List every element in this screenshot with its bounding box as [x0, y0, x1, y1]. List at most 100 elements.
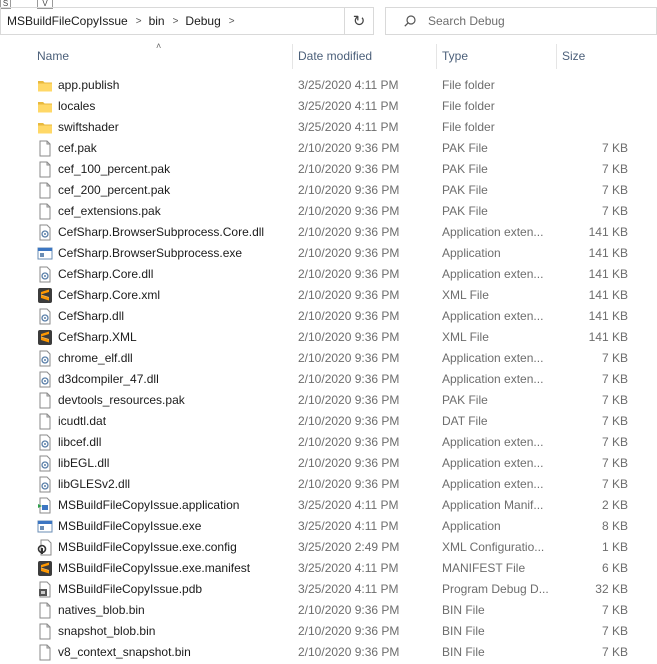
file-size: 7 KB — [601, 204, 628, 218]
file-row[interactable]: MSBuildFileCopyIssue.exe 3/25/2020 4:11 P… — [0, 516, 657, 537]
file-date-modified: 3/25/2020 4:11 PM — [298, 561, 399, 575]
file-row[interactable]: snapshot_blob.bin 2/10/2020 9:36 PM BIN Fi… — [0, 621, 657, 642]
file-row[interactable]: CefSharp.XML 2/10/2020 9:36 PM XML File 141… — [0, 327, 657, 348]
breadcrumb-debug[interactable]: Debug — [185, 8, 220, 34]
file-name[interactable]: libGLESv2.dll — [58, 474, 130, 495]
file-type: XML File — [442, 288, 489, 302]
column-divider[interactable] — [556, 44, 557, 69]
file-name[interactable]: cef_200_percent.pak — [58, 180, 170, 201]
file-date-modified: 2/10/2020 9:36 PM — [298, 225, 400, 239]
file-row[interactable]: locales 3/25/2020 4:11 PM File folder — [0, 96, 657, 117]
column-header-type[interactable]: Type — [442, 44, 468, 69]
file-date-modified: 2/10/2020 9:36 PM — [298, 204, 400, 218]
file-name[interactable]: locales — [58, 96, 95, 117]
file-row[interactable]: v8_context_snapshot.bin 2/10/2020 9:36 PM… — [0, 642, 657, 663]
file-icon — [37, 203, 53, 220]
file-row[interactable]: CefSharp.Core.dll 2/10/2020 9:36 PM Applic… — [0, 264, 657, 285]
file-type: PAK File — [442, 183, 488, 197]
file-size: 141 KB — [588, 309, 628, 323]
file-name[interactable]: cef_100_percent.pak — [58, 159, 170, 180]
file-type: File folder — [442, 120, 495, 134]
file-size: 7 KB — [601, 414, 628, 428]
file-row[interactable]: CefSharp.BrowserSubprocess.Core.dll 2/10/… — [0, 222, 657, 243]
file-name[interactable]: natives_blob.bin — [58, 600, 145, 621]
file-row[interactable]: cef_100_percent.pak 2/10/2020 9:36 PM PAK … — [0, 159, 657, 180]
file-row[interactable]: natives_blob.bin 2/10/2020 9:36 PM BIN Fil… — [0, 600, 657, 621]
file-type: Application exten... — [442, 351, 544, 365]
file-row[interactable]: devtools_resources.pak 2/10/2020 9:36 PM P… — [0, 390, 657, 411]
breadcrumb-separator-icon[interactable]: > — [136, 16, 142, 27]
file-name[interactable]: v8_context_snapshot.bin — [58, 642, 191, 663]
file-type: File folder — [442, 78, 495, 92]
file-row[interactable]: swiftshader 3/25/2020 4:11 PM File folder — [0, 117, 657, 138]
file-type: BIN File — [442, 603, 485, 617]
file-name[interactable]: CefSharp.BrowserSubprocess.Core.dll — [58, 222, 264, 243]
file-name[interactable]: CefSharp.dll — [58, 306, 124, 327]
file-row[interactable]: CefSharp.Core.xml 2/10/2020 9:36 PM XML Fi… — [0, 285, 657, 306]
file-type: XML File — [442, 330, 489, 344]
column-header-date[interactable]: Date modified — [298, 44, 372, 69]
dll-icon — [37, 455, 53, 472]
file-row[interactable]: MSBuildFileCopyIssue.exe.config 3/25/2020… — [0, 537, 657, 558]
file-name[interactable]: chrome_elf.dll — [58, 348, 133, 369]
file-size: 1 KB — [601, 540, 628, 554]
folder-icon — [37, 119, 53, 136]
file-row[interactable]: MSBuildFileCopyIssue.pdb 3/25/2020 4:11 P… — [0, 579, 657, 600]
file-name[interactable]: libEGL.dll — [58, 453, 109, 474]
file-type: PAK File — [442, 204, 488, 218]
file-row[interactable]: app.publish 3/25/2020 4:11 PM File folder — [0, 75, 657, 96]
file-row[interactable]: cef.pak 2/10/2020 9:36 PM PAK File 7 KB — [0, 138, 657, 159]
file-size: 8 KB — [601, 519, 628, 533]
file-size: 6 KB — [601, 561, 628, 575]
file-name[interactable]: MSBuildFileCopyIssue.exe.config — [58, 537, 237, 558]
file-name[interactable]: CefSharp.Core.xml — [58, 285, 160, 306]
address-bar[interactable]: MSBuildFileCopyIssue > bin > Debug > — [0, 7, 374, 35]
file-row[interactable]: cef_extensions.pak 2/10/2020 9:36 PM PAK F… — [0, 201, 657, 222]
column-divider[interactable] — [436, 44, 437, 69]
breadcrumb-bin[interactable]: bin — [149, 8, 165, 34]
file-name[interactable]: MSBuildFileCopyIssue.exe.manifest — [58, 558, 250, 579]
file-name[interactable]: devtools_resources.pak — [58, 390, 185, 411]
file-name[interactable]: cef_extensions.pak — [58, 201, 161, 222]
file-row[interactable]: MSBuildFileCopyIssue.application 3/25/202… — [0, 495, 657, 516]
column-divider[interactable] — [292, 44, 293, 69]
file-row[interactable]: libcef.dll 2/10/2020 9:36 PM Application e… — [0, 432, 657, 453]
file-row[interactable]: MSBuildFileCopyIssue.exe.manifest 3/25/20… — [0, 558, 657, 579]
search-placeholder[interactable]: Search Debug — [428, 14, 505, 28]
file-row[interactable]: cef_200_percent.pak 2/10/2020 9:36 PM PAK … — [0, 180, 657, 201]
breadcrumb-msbuildfilecopyissue[interactable]: MSBuildFileCopyIssue — [7, 8, 128, 34]
file-row[interactable]: icudtl.dat 2/10/2020 9:36 PM DAT File 7 KB — [0, 411, 657, 432]
refresh-button[interactable]: ↻ — [344, 7, 374, 35]
dll-icon — [37, 434, 53, 451]
file-name[interactable]: app.publish — [58, 75, 119, 96]
column-header-name[interactable]: Name — [37, 44, 69, 69]
file-type: File folder — [442, 99, 495, 113]
file-name[interactable]: MSBuildFileCopyIssue.pdb — [58, 579, 202, 600]
file-name[interactable]: snapshot_blob.bin — [58, 621, 155, 642]
search-box[interactable]: Search Debug — [385, 7, 657, 35]
file-row[interactable]: libGLESv2.dll 2/10/2020 9:36 PM Applicatio… — [0, 474, 657, 495]
file-name[interactable]: MSBuildFileCopyIssue.application — [58, 495, 239, 516]
file-name[interactable]: d3dcompiler_47.dll — [58, 369, 159, 390]
file-row[interactable]: chrome_elf.dll 2/10/2020 9:36 PM Applicati… — [0, 348, 657, 369]
file-name[interactable]: MSBuildFileCopyIssue.exe — [58, 516, 201, 537]
file-date-modified: 2/10/2020 9:36 PM — [298, 372, 400, 386]
file-name[interactable]: swiftshader — [58, 117, 119, 138]
file-size: 2 KB — [601, 498, 628, 512]
file-type: BIN File — [442, 624, 485, 638]
file-name[interactable]: cef.pak — [58, 138, 97, 159]
file-type: Application exten... — [442, 225, 544, 239]
breadcrumb-separator-icon[interactable]: > — [173, 16, 179, 27]
file-type: Program Debug D... — [442, 582, 549, 596]
file-row[interactable]: CefSharp.BrowserSubprocess.exe 2/10/2020 … — [0, 243, 657, 264]
file-name[interactable]: CefSharp.BrowserSubprocess.exe — [58, 243, 242, 264]
file-name[interactable]: CefSharp.XML — [58, 327, 137, 348]
file-row[interactable]: CefSharp.dll 2/10/2020 9:36 PM Application… — [0, 306, 657, 327]
column-header-size[interactable]: Size — [562, 44, 585, 69]
file-row[interactable]: d3dcompiler_47.dll 2/10/2020 9:36 PM Appli… — [0, 369, 657, 390]
file-name[interactable]: icudtl.dat — [58, 411, 106, 432]
breadcrumb-separator-icon[interactable]: > — [229, 16, 235, 27]
file-name[interactable]: libcef.dll — [58, 432, 101, 453]
file-name[interactable]: CefSharp.Core.dll — [58, 264, 153, 285]
file-row[interactable]: libEGL.dll 2/10/2020 9:36 PM Application e… — [0, 453, 657, 474]
